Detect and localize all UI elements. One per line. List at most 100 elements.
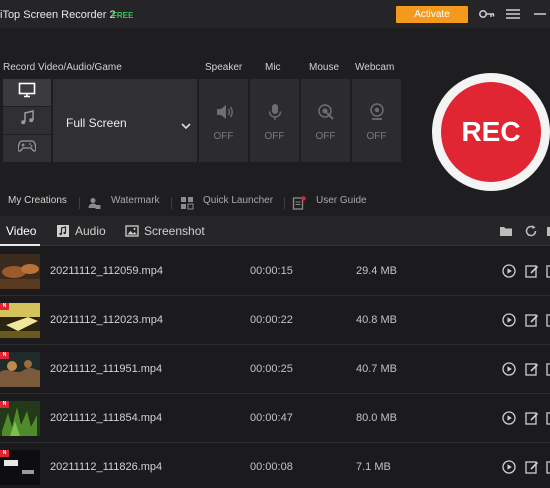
play-icon[interactable] [502, 264, 516, 278]
file-duration: 00:00:22 [250, 314, 293, 326]
watermark-icon [87, 196, 101, 210]
mouse-icon [315, 101, 337, 123]
media-tabs: Video Audio Screenshot [0, 216, 550, 246]
screenshot-icon [125, 224, 139, 238]
speaker-toggle[interactable]: OFF [199, 79, 248, 162]
delete-icon[interactable] [546, 411, 550, 425]
edit-icon[interactable] [525, 460, 539, 474]
tab-screenshot[interactable]: Screenshot [144, 224, 205, 238]
source-game-button[interactable] [3, 135, 51, 162]
my-creations-link[interactable]: My Creations [8, 195, 67, 206]
file-name: 20211112_112059.mp4 [50, 265, 163, 277]
mouse-toggle[interactable]: OFF [301, 79, 350, 162]
file-name: 20211112_111826.mp4 [50, 461, 163, 473]
source-screen-button[interactable] [3, 79, 51, 106]
new-badge-icon: N [0, 352, 9, 359]
mic-label: Mic [265, 62, 281, 73]
more-icon[interactable] [546, 224, 550, 238]
source-audio-button[interactable] [3, 107, 51, 134]
tool-divider [79, 197, 80, 209]
recording-row[interactable]: N 20211112_111854.mp4 00:00:47 80.0 MB [0, 394, 550, 443]
edit-icon[interactable] [525, 411, 539, 425]
minimize-icon[interactable] [532, 6, 550, 22]
delete-icon[interactable] [546, 460, 550, 474]
record-section-label: Record Video/Audio/Game [3, 62, 122, 73]
mic-state: OFF [264, 131, 285, 142]
webcam-icon [366, 101, 388, 123]
file-size: 29.4 MB [356, 265, 397, 277]
tool-divider [284, 197, 285, 209]
recording-row[interactable]: 20211112_112059.mp4 00:00:15 29.4 MB [0, 247, 550, 296]
file-size: 40.8 MB [356, 314, 397, 326]
video-thumbnail: N [0, 352, 40, 387]
file-name: 20211112_111854.mp4 [50, 412, 163, 424]
delete-icon[interactable] [546, 313, 550, 327]
file-name: 20211112_111951.mp4 [50, 363, 163, 375]
user-guide-icon [292, 196, 306, 210]
speaker-label: Speaker [205, 62, 243, 73]
file-name: 20211112_112023.mp4 [50, 314, 163, 326]
play-icon[interactable] [502, 460, 516, 474]
new-badge-icon: N [0, 401, 9, 408]
video-thumbnail: N [0, 450, 40, 485]
capture-mode-dropdown[interactable]: Full Screen [53, 79, 197, 162]
tool-divider [171, 197, 172, 209]
free-badge: FREE [112, 11, 134, 20]
monitor-icon [18, 82, 36, 103]
recordings-list: 20211112_112059.mp4 00:00:15 29.4 MB N 2… [0, 247, 550, 488]
play-icon[interactable] [502, 411, 516, 425]
app-title: iTop Screen Recorder 2 [0, 9, 116, 21]
edit-icon[interactable] [525, 264, 539, 278]
user-guide-link[interactable]: User Guide [316, 195, 367, 206]
webcam-state: OFF [366, 131, 387, 142]
quick-launcher-icon [180, 196, 194, 210]
file-size: 80.0 MB [356, 412, 397, 424]
mic-toggle[interactable]: OFF [250, 79, 299, 162]
edit-icon[interactable] [525, 313, 539, 327]
quick-launcher-link[interactable]: Quick Launcher [203, 195, 273, 206]
new-badge-icon: N [0, 303, 9, 310]
recording-row[interactable]: N 20211112_112023.mp4 00:00:22 40.8 MB [0, 296, 550, 345]
file-duration: 00:00:08 [250, 461, 293, 473]
edit-icon[interactable] [525, 362, 539, 376]
file-duration: 00:00:25 [250, 363, 293, 375]
file-size: 7.1 MB [356, 461, 391, 473]
key-icon[interactable] [478, 6, 496, 22]
watermark-link[interactable]: Watermark [111, 195, 160, 206]
video-thumbnail: N [0, 401, 40, 436]
audio-icon [56, 224, 70, 238]
speaker-icon [213, 101, 235, 123]
play-icon[interactable] [502, 362, 516, 376]
music-note-icon [19, 110, 35, 131]
speaker-state: OFF [213, 131, 234, 142]
refresh-icon[interactable] [524, 224, 538, 238]
file-duration: 00:00:47 [250, 412, 293, 424]
recording-row[interactable]: N 20211112_111951.mp4 00:00:25 40.7 MB [0, 345, 550, 394]
delete-icon[interactable] [546, 362, 550, 376]
active-tab-indicator [0, 244, 40, 246]
record-button[interactable]: REC [441, 82, 541, 182]
video-thumbnail [0, 254, 40, 289]
file-duration: 00:00:15 [250, 265, 293, 277]
mic-icon [264, 101, 286, 123]
video-thumbnail: N [0, 303, 40, 338]
recording-row[interactable]: N 20211112_111826.mp4 00:00:08 7.1 MB [0, 443, 550, 488]
tab-video[interactable]: Video [6, 224, 36, 238]
menu-icon[interactable] [504, 6, 522, 22]
webcam-label: Webcam [355, 62, 395, 73]
new-badge-icon: N [0, 450, 9, 457]
record-panel: Record Video/Audio/Game Full Screen Spea… [0, 28, 550, 216]
chevron-down-icon [181, 117, 191, 135]
mouse-state: OFF [315, 131, 336, 142]
activate-button[interactable]: Activate [396, 6, 468, 23]
capture-mode-value: Full Screen [66, 116, 127, 130]
webcam-toggle[interactable]: OFF [352, 79, 401, 162]
play-icon[interactable] [502, 313, 516, 327]
gamepad-icon [17, 139, 37, 158]
file-size: 40.7 MB [356, 363, 397, 375]
title-bar: iTop Screen Recorder 2 FREE Activate [0, 0, 550, 28]
folder-icon[interactable] [499, 224, 513, 238]
mouse-label: Mouse [309, 62, 340, 73]
tab-audio[interactable]: Audio [75, 224, 106, 238]
delete-icon[interactable] [546, 264, 550, 278]
